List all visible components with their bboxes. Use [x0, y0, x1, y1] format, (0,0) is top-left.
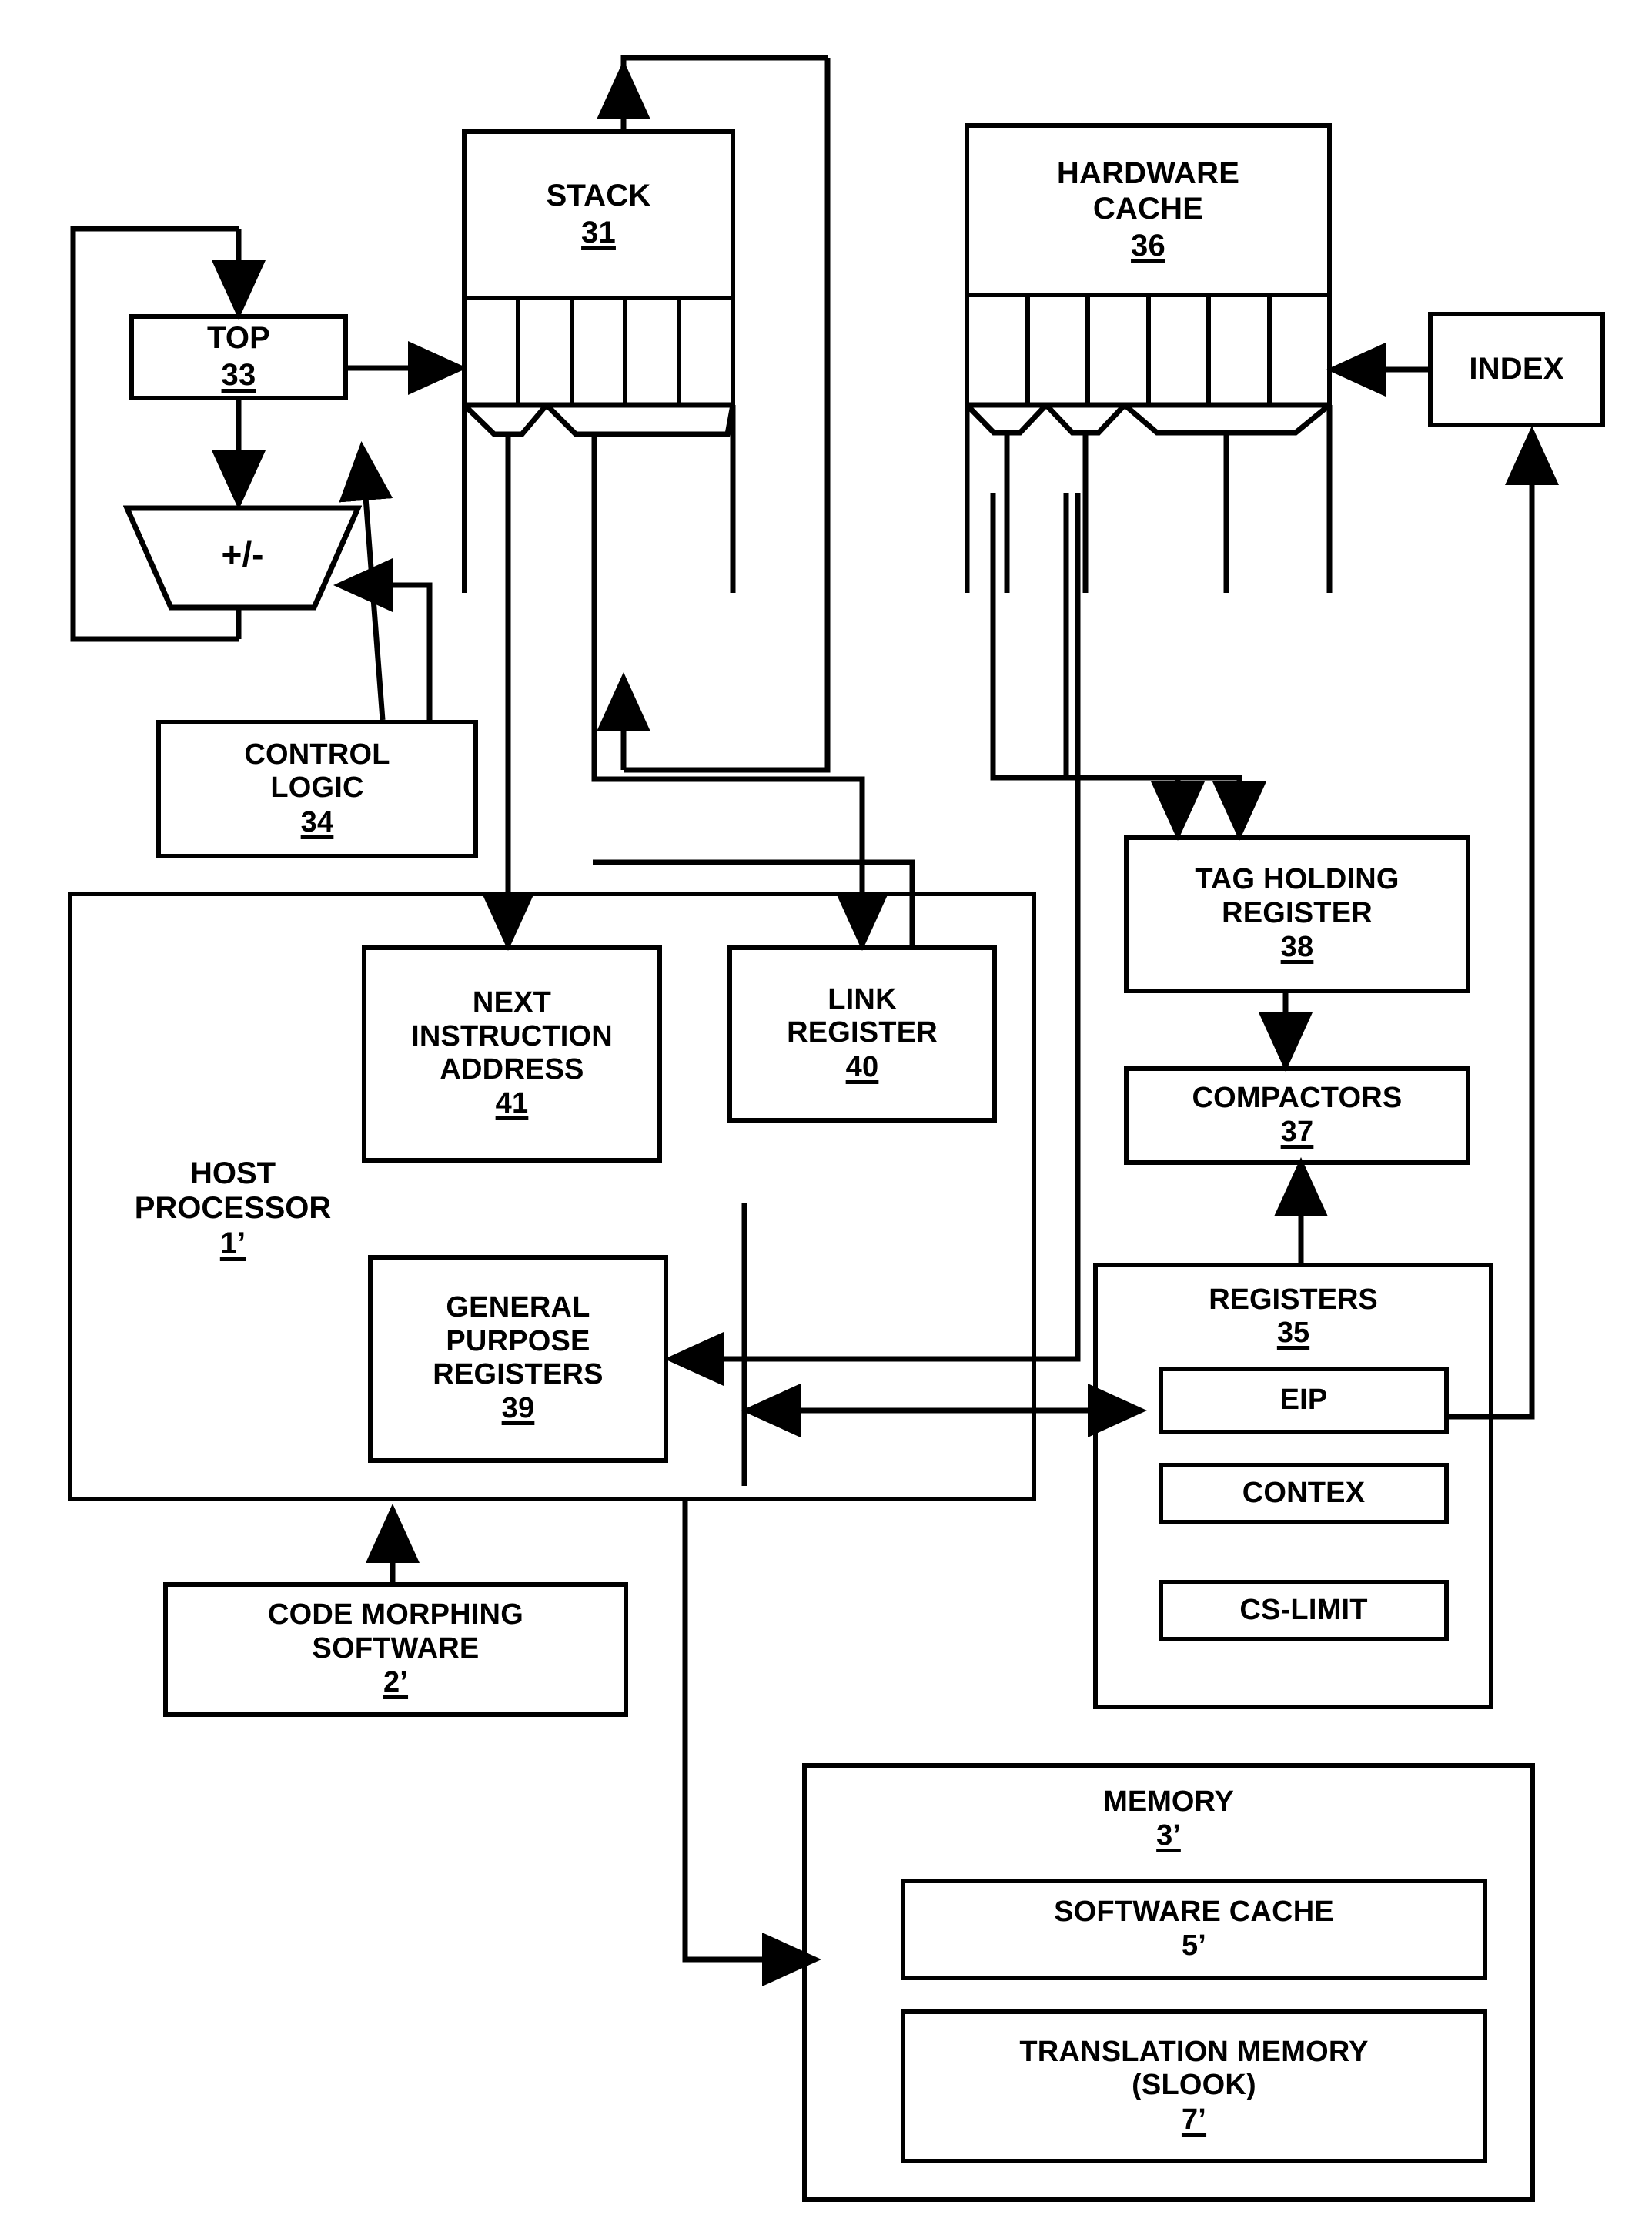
- control-logic-line2: LOGIC: [270, 771, 364, 805]
- register-item-contex[interactable]: CONTEX: [1159, 1463, 1449, 1524]
- gpr-line3: REGISTERS: [433, 1357, 604, 1390]
- general-purpose-registers-box[interactable]: GENERAL PURPOSE REGISTERS 39: [368, 1255, 668, 1463]
- software-cache-box[interactable]: SOFTWARE CACHE 5’: [901, 1879, 1487, 1980]
- next-instruction-address-line3: ADDRESS: [440, 1052, 584, 1086]
- hardware-cache-cell: [965, 297, 1025, 405]
- link-register-box[interactable]: LINK REGISTER 40: [727, 945, 997, 1123]
- registers-ref: 35: [1276, 1317, 1310, 1349]
- next-instruction-address-line1: NEXT: [472, 986, 552, 1019]
- wire-cache-to-tag-holding-register-right: [1066, 775, 1266, 841]
- stack-box[interactable]: STACK 31: [462, 129, 735, 300]
- stack-cells: [462, 296, 735, 405]
- register-item-eip[interactable]: EIP: [1159, 1367, 1449, 1434]
- wire-host-processor-to-memory: [682, 1501, 821, 1986]
- host-processor-ref: 1’: [219, 1226, 246, 1260]
- compactors-box[interactable]: COMPACTORS 37: [1124, 1066, 1470, 1165]
- software-cache-title: SOFTWARE CACHE: [1054, 1895, 1334, 1928]
- gpr-line1: GENERAL: [446, 1291, 590, 1324]
- stack-cell: [677, 300, 731, 405]
- tag-holding-register-box[interactable]: TAG HOLDING REGISTER 38: [1124, 835, 1470, 993]
- memory-header: MEMORY 3’: [802, 1779, 1535, 1859]
- stack-cell: [515, 300, 570, 405]
- host-processor-line2: PROCESSOR: [134, 1191, 332, 1226]
- link-register-line1: LINK: [828, 982, 897, 1016]
- host-processor-line1: HOST: [189, 1156, 276, 1190]
- top-title: TOP: [206, 321, 271, 356]
- tag-holding-register-ref: 38: [1280, 931, 1314, 964]
- index-box[interactable]: INDEX: [1428, 312, 1605, 427]
- link-register-line2: REGISTER: [787, 1016, 938, 1049]
- compactors-ref: 37: [1280, 1115, 1314, 1148]
- wire-stack-top-return: [620, 55, 828, 131]
- control-logic-ref: 34: [300, 805, 334, 838]
- gpr-ref: 39: [501, 1392, 535, 1425]
- code-morphing-software-box[interactable]: CODE MORPHING SOFTWARE 2’: [163, 1582, 628, 1717]
- registers-title: REGISTERS: [1209, 1283, 1378, 1316]
- hardware-cache-cells: [965, 293, 1332, 405]
- register-item-label: EIP: [1279, 1384, 1328, 1417]
- next-instruction-address-box[interactable]: NEXT INSTRUCTION ADDRESS 41: [362, 945, 662, 1163]
- translation-memory-line2: (SLOOK): [1132, 2069, 1256, 2102]
- hardware-cache-line1: HARDWARE: [1056, 156, 1240, 191]
- index-title: INDEX: [1469, 352, 1564, 387]
- memory-title: MEMORY: [1103, 1785, 1234, 1819]
- stack-mux-group: [462, 402, 736, 593]
- translation-memory-box[interactable]: TRANSLATION MEMORY (SLOOK) 7’: [901, 2009, 1487, 2163]
- registers-header: REGISTERS 35: [1093, 1274, 1493, 1359]
- next-instruction-address-ref: 41: [495, 1087, 529, 1120]
- hardware-cache-box[interactable]: HARDWARE CACHE 36: [965, 123, 1332, 297]
- hardware-cache-mux-group: [965, 402, 1333, 593]
- next-instruction-address-line2: INSTRUCTION: [411, 1019, 613, 1052]
- stack-cell: [623, 300, 677, 405]
- code-morphing-line2: SOFTWARE: [312, 1631, 480, 1665]
- stack-cell: [462, 300, 516, 405]
- hardware-cache-cell: [1206, 297, 1267, 405]
- code-morphing-line1: CODE MORPHING: [268, 1598, 523, 1631]
- control-logic-line1: CONTROL: [244, 738, 390, 771]
- register-item-cs-limit[interactable]: CS-LIMIT: [1159, 1580, 1449, 1641]
- top-box[interactable]: TOP 33: [129, 314, 348, 400]
- alu-label: +/-: [221, 534, 264, 574]
- translation-memory-line1: TRANSLATION MEMORY: [1019, 2035, 1369, 2068]
- hardware-cache-cell: [1085, 297, 1146, 405]
- top-ref: 33: [221, 357, 256, 392]
- tag-holding-register-line1: TAG HOLDING: [1195, 863, 1400, 896]
- register-item-label: CS-LIMIT: [1239, 1594, 1368, 1627]
- stack-cell: [569, 300, 624, 405]
- hardware-cache-cell: [1266, 297, 1328, 405]
- link-register-ref: 40: [845, 1050, 879, 1083]
- hardware-cache-line2: CACHE: [1092, 192, 1204, 226]
- gpr-line2: PURPOSE: [446, 1324, 590, 1357]
- compactors-title: COMPACTORS: [1192, 1081, 1403, 1114]
- host-processor-label: HOST PROCESSOR 1’: [100, 1147, 366, 1270]
- register-item-label: CONTEX: [1242, 1477, 1366, 1510]
- translation-memory-ref: 7’: [1181, 2103, 1207, 2136]
- stack-title: STACK: [546, 179, 651, 213]
- figure-canvas: STACK 31 TOP 33 +/- CONTROL LOGIC 34 HAR…: [0, 0, 1652, 2232]
- hardware-cache-ref: 36: [1131, 228, 1165, 263]
- hardware-cache-cell: [1145, 297, 1207, 405]
- software-cache-ref: 5’: [1181, 1929, 1207, 1962]
- hardware-cache-cell: [1025, 297, 1086, 405]
- code-morphing-ref: 2’: [383, 1666, 409, 1699]
- control-logic-box[interactable]: CONTROL LOGIC 34: [156, 720, 478, 858]
- tag-holding-register-line2: REGISTER: [1222, 896, 1373, 929]
- stack-ref: 31: [581, 215, 616, 249]
- memory-ref: 3’: [1156, 1819, 1181, 1852]
